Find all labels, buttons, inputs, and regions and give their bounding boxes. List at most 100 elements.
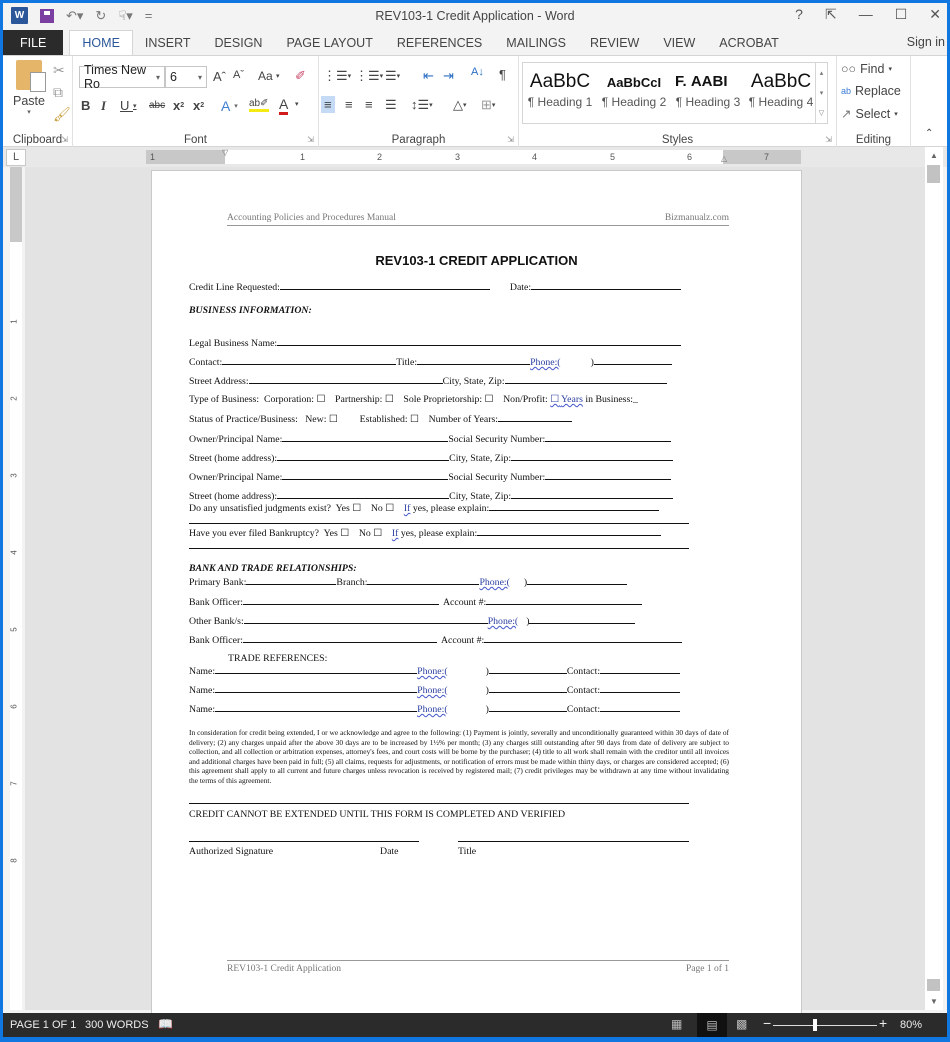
ssn-field[interactable] xyxy=(545,471,672,480)
borders-icon[interactable]: ⊞ ▾ xyxy=(481,97,495,113)
scroll-down-icon[interactable]: ▼ xyxy=(925,995,943,1009)
find-button[interactable]: ○○ Find ▾ xyxy=(841,62,892,76)
align-right-button[interactable]: ≡ xyxy=(365,97,373,112)
bankruptcy-extra-line[interactable] xyxy=(189,548,689,549)
account-field[interactable] xyxy=(486,596,643,605)
phone-field[interactable] xyxy=(593,356,672,365)
tab-view[interactable]: VIEW xyxy=(651,30,707,55)
trade-contact-field[interactable] xyxy=(600,703,681,712)
ribbon-display-options-icon[interactable]: ⇱ xyxy=(825,6,837,23)
zoom-in-button[interactable]: + xyxy=(879,1015,887,1031)
style-heading-1[interactable]: AaBbC ¶ Heading 1 xyxy=(523,63,597,123)
scroll-up-icon[interactable]: ▴ xyxy=(820,69,824,77)
scrollbar-thumb[interactable] xyxy=(927,165,940,183)
replace-button[interactable]: ab Replace xyxy=(841,84,901,98)
numbering-icon[interactable]: ⋮☰ ▾ xyxy=(355,68,383,84)
select-button[interactable]: ↗ Select ▾ xyxy=(841,106,898,122)
increase-indent-icon[interactable]: ⇥ xyxy=(443,68,454,84)
paste-button[interactable]: Paste ▾ xyxy=(11,60,47,116)
grow-font-icon[interactable]: Aˆ xyxy=(213,69,226,84)
right-indent-marker[interactable]: △ xyxy=(721,152,727,166)
page-count[interactable]: PAGE 1 OF 1 xyxy=(10,1019,76,1031)
zoom-slider-track[interactable] xyxy=(773,1025,877,1026)
text-effects-icon[interactable]: A ▾ xyxy=(221,98,238,114)
number-of-years-field[interactable] xyxy=(498,413,572,422)
city-state-zip-field[interactable] xyxy=(511,490,674,499)
highlight-color-icon[interactable]: ab✐ xyxy=(249,98,269,112)
branch-field[interactable] xyxy=(367,576,480,585)
contact-field[interactable] xyxy=(222,356,397,365)
scrollbar-lower-thumb[interactable] xyxy=(927,979,940,991)
web-layout-icon[interactable]: ▩ xyxy=(736,1017,747,1031)
trade-name-field[interactable] xyxy=(215,703,418,712)
primary-bank-field[interactable] xyxy=(246,576,337,585)
horizontal-ruler[interactable]: 1 1 2 3 4 5 6 7 ▽ △ xyxy=(146,148,801,166)
styles-launcher-icon[interactable]: ⇲ xyxy=(825,135,832,144)
chevron-down-icon[interactable]: ▾ xyxy=(295,100,299,108)
font-launcher-icon[interactable]: ⇲ xyxy=(307,135,314,144)
maximize-icon[interactable]: ☐ xyxy=(895,6,908,23)
paragraph-launcher-icon[interactable]: ⇲ xyxy=(507,135,514,144)
styles-gallery-scroll[interactable]: ▴ ▾ ▽ xyxy=(816,62,828,124)
sign-in-link[interactable]: Sign in xyxy=(907,35,945,49)
cut-icon[interactable]: ✂ xyxy=(53,62,65,79)
phone-field[interactable] xyxy=(527,576,628,585)
bold-button[interactable]: B xyxy=(81,98,90,113)
multilevel-list-icon[interactable]: ☰ ▾ xyxy=(385,68,400,84)
word-count[interactable]: 300 WORDS xyxy=(85,1019,149,1031)
judgments-extra-line[interactable] xyxy=(189,523,689,524)
scroll-down-icon[interactable]: ▾ xyxy=(820,89,824,97)
tab-home[interactable]: HOME xyxy=(69,30,133,55)
tab-mailings[interactable]: MAILINGS xyxy=(494,30,578,55)
trade-contact-field[interactable] xyxy=(600,665,681,674)
tab-design[interactable]: DESIGN xyxy=(203,30,275,55)
zoom-slider-thumb[interactable] xyxy=(813,1019,817,1031)
style-heading-2[interactable]: AaBbCcI ¶ Heading 2 xyxy=(597,63,671,123)
line-spacing-icon[interactable]: ↕☰ ▾ xyxy=(411,97,433,113)
title-line[interactable] xyxy=(458,841,689,842)
help-icon[interactable]: ? xyxy=(795,6,803,23)
underline-button[interactable]: U ▾ xyxy=(120,98,137,113)
font-name-select[interactable]: Times New Ro ▾ xyxy=(79,63,165,91)
change-case-button[interactable]: Aa ▾ xyxy=(258,69,280,83)
collapse-ribbon-icon[interactable]: ⌃ xyxy=(925,128,933,139)
ssn-field[interactable] xyxy=(545,433,672,442)
shading-icon[interactable]: △ ▾ xyxy=(453,97,467,113)
show-formatting-icon[interactable]: ¶ xyxy=(499,67,506,82)
credit-line-field[interactable] xyxy=(279,281,490,290)
subscript-button[interactable]: x2 xyxy=(173,98,184,113)
street-home-field[interactable] xyxy=(277,452,450,461)
city-state-zip-field[interactable] xyxy=(511,452,674,461)
legal-name-field[interactable] xyxy=(277,337,682,346)
zoom-level[interactable]: 80% xyxy=(900,1019,922,1031)
format-painter-icon[interactable]: 🖌 xyxy=(53,106,71,123)
clear-formatting-icon[interactable]: ✐ xyxy=(295,68,306,84)
decrease-indent-icon[interactable]: ⇤ xyxy=(423,68,434,84)
sort-icon[interactable]: A↓ xyxy=(471,66,484,78)
font-color-icon[interactable]: A xyxy=(279,96,289,115)
print-layout-icon[interactable]: ▤ xyxy=(697,1013,727,1037)
document-canvas[interactable]: Accounting Policies and Procedures Manua… xyxy=(25,167,925,1020)
shrink-font-icon[interactable]: Aˇ xyxy=(233,69,244,81)
account-field[interactable] xyxy=(484,634,683,643)
tab-insert[interactable]: INSERT xyxy=(133,30,203,55)
tab-review[interactable]: REVIEW xyxy=(578,30,651,55)
proofing-icon[interactable]: 📖 xyxy=(158,1017,173,1031)
trade-name-field[interactable] xyxy=(215,665,418,674)
more-styles-icon[interactable]: ▽ xyxy=(819,109,824,117)
document-page[interactable]: Accounting Policies and Procedures Manua… xyxy=(151,170,802,1020)
street-address-field[interactable] xyxy=(248,375,443,384)
minimize-icon[interactable]: — xyxy=(859,6,873,23)
scroll-up-icon[interactable]: ▲ xyxy=(925,149,943,163)
trade-name-field[interactable] xyxy=(215,684,418,693)
tab-references[interactable]: REFERENCES xyxy=(385,30,494,55)
street-home-field[interactable] xyxy=(277,490,450,499)
vertical-scrollbar[interactable]: ▲ ▼ xyxy=(925,147,943,1010)
align-left-button[interactable]: ≡ xyxy=(321,96,335,113)
trade-contact-field[interactable] xyxy=(600,684,681,693)
phone-field[interactable] xyxy=(488,684,567,693)
copy-icon[interactable]: ⧉ xyxy=(53,84,63,101)
bank-officer-field[interactable] xyxy=(242,634,437,643)
justify-button[interactable]: ☰ xyxy=(385,97,397,113)
bankruptcy-explain-field[interactable] xyxy=(477,527,662,536)
